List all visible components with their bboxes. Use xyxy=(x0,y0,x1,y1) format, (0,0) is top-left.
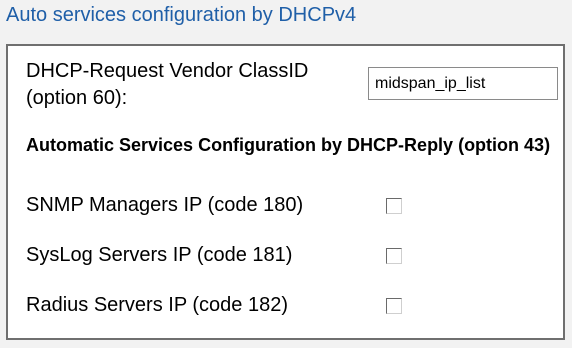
syslog-servers-label: SysLog Servers IP (code 181) xyxy=(26,244,293,266)
section-header: Auto services configuration by DHCPv4 xyxy=(0,0,572,36)
dhcp-reply-heading: Automatic Services Configuration by DHCP… xyxy=(26,135,551,155)
vendor-classid-input[interactable] xyxy=(368,67,558,100)
vendor-classid-label: DHCP-Request Vendor ClassID (option 60): xyxy=(26,60,309,109)
section-title: Auto services configuration by DHCPv4 xyxy=(6,4,357,26)
dhcp-config-panel: DHCP-Request Vendor ClassID (option 60):… xyxy=(6,44,565,340)
radius-servers-label: Radius Servers IP (code 182) xyxy=(26,294,288,316)
radius-servers-checkbox[interactable] xyxy=(386,298,402,314)
snmp-managers-checkbox[interactable] xyxy=(386,198,402,214)
syslog-servers-checkbox[interactable] xyxy=(386,248,402,264)
snmp-managers-label: SNMP Managers IP (code 180) xyxy=(26,194,304,216)
